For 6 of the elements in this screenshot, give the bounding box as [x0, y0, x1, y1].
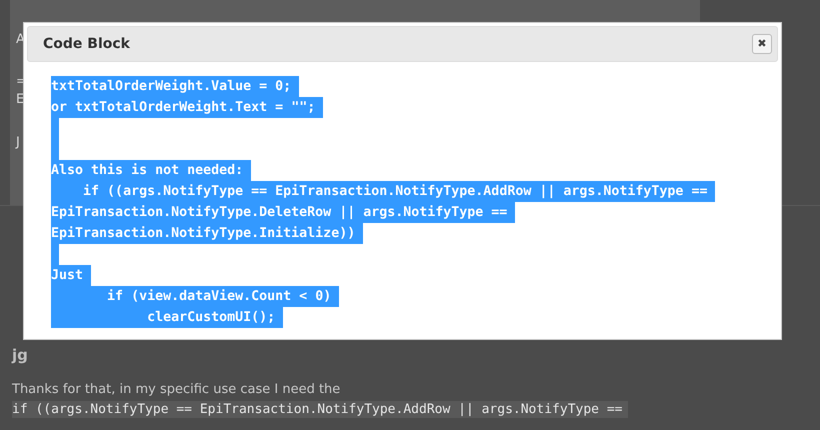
- reply-text: Thanks for that, in my specific use case I need the: [12, 382, 340, 397]
- close-button[interactable]: ✖: [752, 34, 772, 54]
- dialog-title: Code Block: [43, 36, 130, 52]
- post-text: J: [16, 135, 20, 150]
- post-text: E: [16, 92, 24, 107]
- author-name: jg: [12, 346, 28, 364]
